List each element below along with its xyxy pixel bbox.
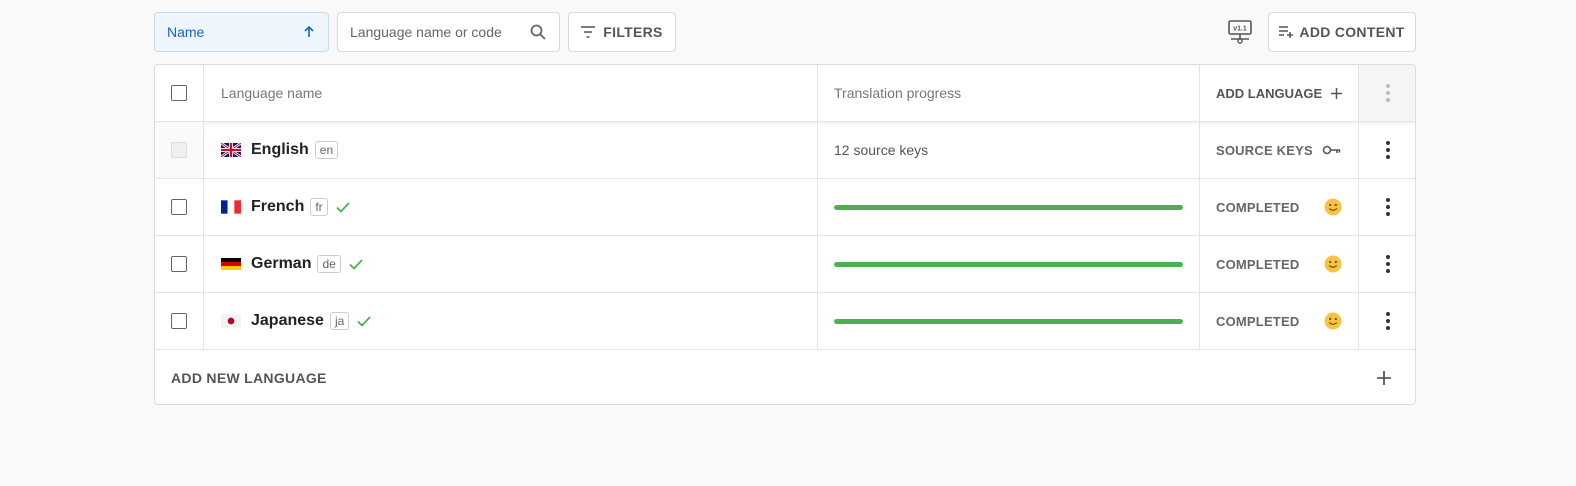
row-checkbox[interactable] [171, 313, 187, 329]
search-icon[interactable] [529, 23, 547, 41]
gb-flag-icon [221, 143, 241, 157]
more-vert-icon [1386, 198, 1390, 216]
progress-fill [834, 261, 1183, 267]
add-content-label: ADD CONTENT [1299, 24, 1405, 40]
row-checkbox[interactable] [171, 199, 187, 215]
row-menu-button[interactable] [1359, 179, 1415, 235]
language-name[interactable]: German [251, 255, 311, 273]
add-language-button[interactable]: ADD LANGUAGE [1200, 65, 1359, 121]
language-cell: English en [204, 122, 818, 178]
playlist-add-icon [1279, 26, 1294, 38]
add-language-label: ADD LANGUAGE [1216, 85, 1323, 101]
status-cell[interactable]: COMPLETED [1200, 236, 1359, 292]
smiley-icon [1324, 198, 1342, 216]
progress-bar [834, 261, 1183, 267]
progress-fill [834, 318, 1183, 324]
progress-cell [818, 293, 1200, 349]
status-label: COMPLETED [1216, 256, 1300, 272]
language-name[interactable]: English [251, 141, 309, 159]
check-icon [349, 258, 363, 270]
header-menu-button[interactable] [1359, 65, 1415, 121]
row-check-cell [155, 122, 204, 178]
more-vert-icon [1386, 255, 1390, 273]
row-check-cell [155, 236, 204, 292]
progress-bar [834, 318, 1183, 324]
row-check-cell [155, 179, 204, 235]
progress-cell [818, 179, 1200, 235]
status-label: COMPLETED [1216, 313, 1300, 329]
status-cell[interactable]: COMPLETED [1200, 179, 1359, 235]
smiley-icon [1324, 312, 1342, 330]
more-vert-icon [1386, 141, 1390, 159]
add-new-language-label: ADD NEW LANGUAGE [171, 370, 327, 386]
row-checkbox[interactable] [171, 256, 187, 272]
jp-flag-icon [221, 314, 241, 328]
table-header: Language name Translation progress ADD L… [155, 65, 1415, 122]
add-content-button[interactable]: ADD CONTENT [1268, 12, 1416, 52]
table-row: English en 12 source keys SOURCE KEYS [155, 122, 1415, 179]
row-checkbox [171, 142, 187, 158]
language-code-badge: de [317, 255, 341, 273]
language-name[interactable]: Japanese [251, 312, 324, 330]
add-new-language-row[interactable]: ADD NEW LANGUAGE [155, 350, 1415, 404]
filters-button[interactable]: FILTERS [568, 12, 676, 52]
row-menu-button[interactable] [1359, 122, 1415, 178]
sort-label: Name [167, 24, 205, 40]
status-cell[interactable]: SOURCE KEYS [1200, 122, 1359, 178]
more-vert-icon [1386, 312, 1390, 330]
version-history-icon[interactable]: v1.1 [1226, 18, 1254, 46]
language-cell: German de [204, 236, 818, 292]
source-keys-count: 12 source keys [834, 142, 929, 158]
language-code-badge: en [314, 141, 339, 159]
select-all-checkbox[interactable] [171, 85, 187, 101]
language-name[interactable]: French [251, 198, 304, 216]
search-input[interactable] [350, 24, 520, 40]
row-check-cell [155, 293, 204, 349]
progress-bar [834, 204, 1183, 210]
header-language-name[interactable]: Language name [204, 65, 818, 121]
sort-select[interactable]: Name [154, 12, 329, 52]
header-check-cell [155, 65, 204, 121]
filters-label: FILTERS [603, 24, 663, 40]
filter-icon [581, 26, 596, 38]
arrow-up-icon [302, 25, 316, 39]
progress-cell: 12 source keys [818, 122, 1200, 178]
progress-fill [834, 204, 1183, 210]
search-box[interactable] [337, 12, 560, 52]
language-code-badge: fr [310, 198, 328, 216]
table-row: French fr COMPLETED [155, 179, 1415, 236]
header-translation-progress: Translation progress [818, 65, 1200, 121]
de-flag-icon [221, 257, 241, 271]
plus-icon[interactable] [1377, 371, 1391, 385]
key-icon [1322, 144, 1342, 156]
language-code-badge: ja [329, 312, 350, 330]
language-cell: French fr [204, 179, 818, 235]
smiley-icon [1324, 255, 1342, 273]
status-label: COMPLETED [1216, 199, 1300, 215]
toolbar: Name FILTERS v1.1 ADD CONTENT [154, 12, 1416, 52]
row-menu-button[interactable] [1359, 236, 1415, 292]
plus-icon [1331, 87, 1342, 99]
progress-cell [818, 236, 1200, 292]
status-label: SOURCE KEYS [1216, 142, 1313, 158]
table-row: German de COMPLETED [155, 236, 1415, 293]
check-icon [357, 315, 371, 327]
check-icon [336, 201, 350, 213]
table-row: Japanese ja COMPLETED [155, 293, 1415, 350]
languages-table: Language name Translation progress ADD L… [154, 64, 1416, 405]
more-vert-icon [1386, 84, 1390, 102]
row-menu-button[interactable] [1359, 293, 1415, 349]
svg-text:v1.1: v1.1 [1233, 26, 1247, 33]
language-cell: Japanese ja [204, 293, 818, 349]
status-cell[interactable]: COMPLETED [1200, 293, 1359, 349]
fr-flag-icon [221, 200, 241, 214]
